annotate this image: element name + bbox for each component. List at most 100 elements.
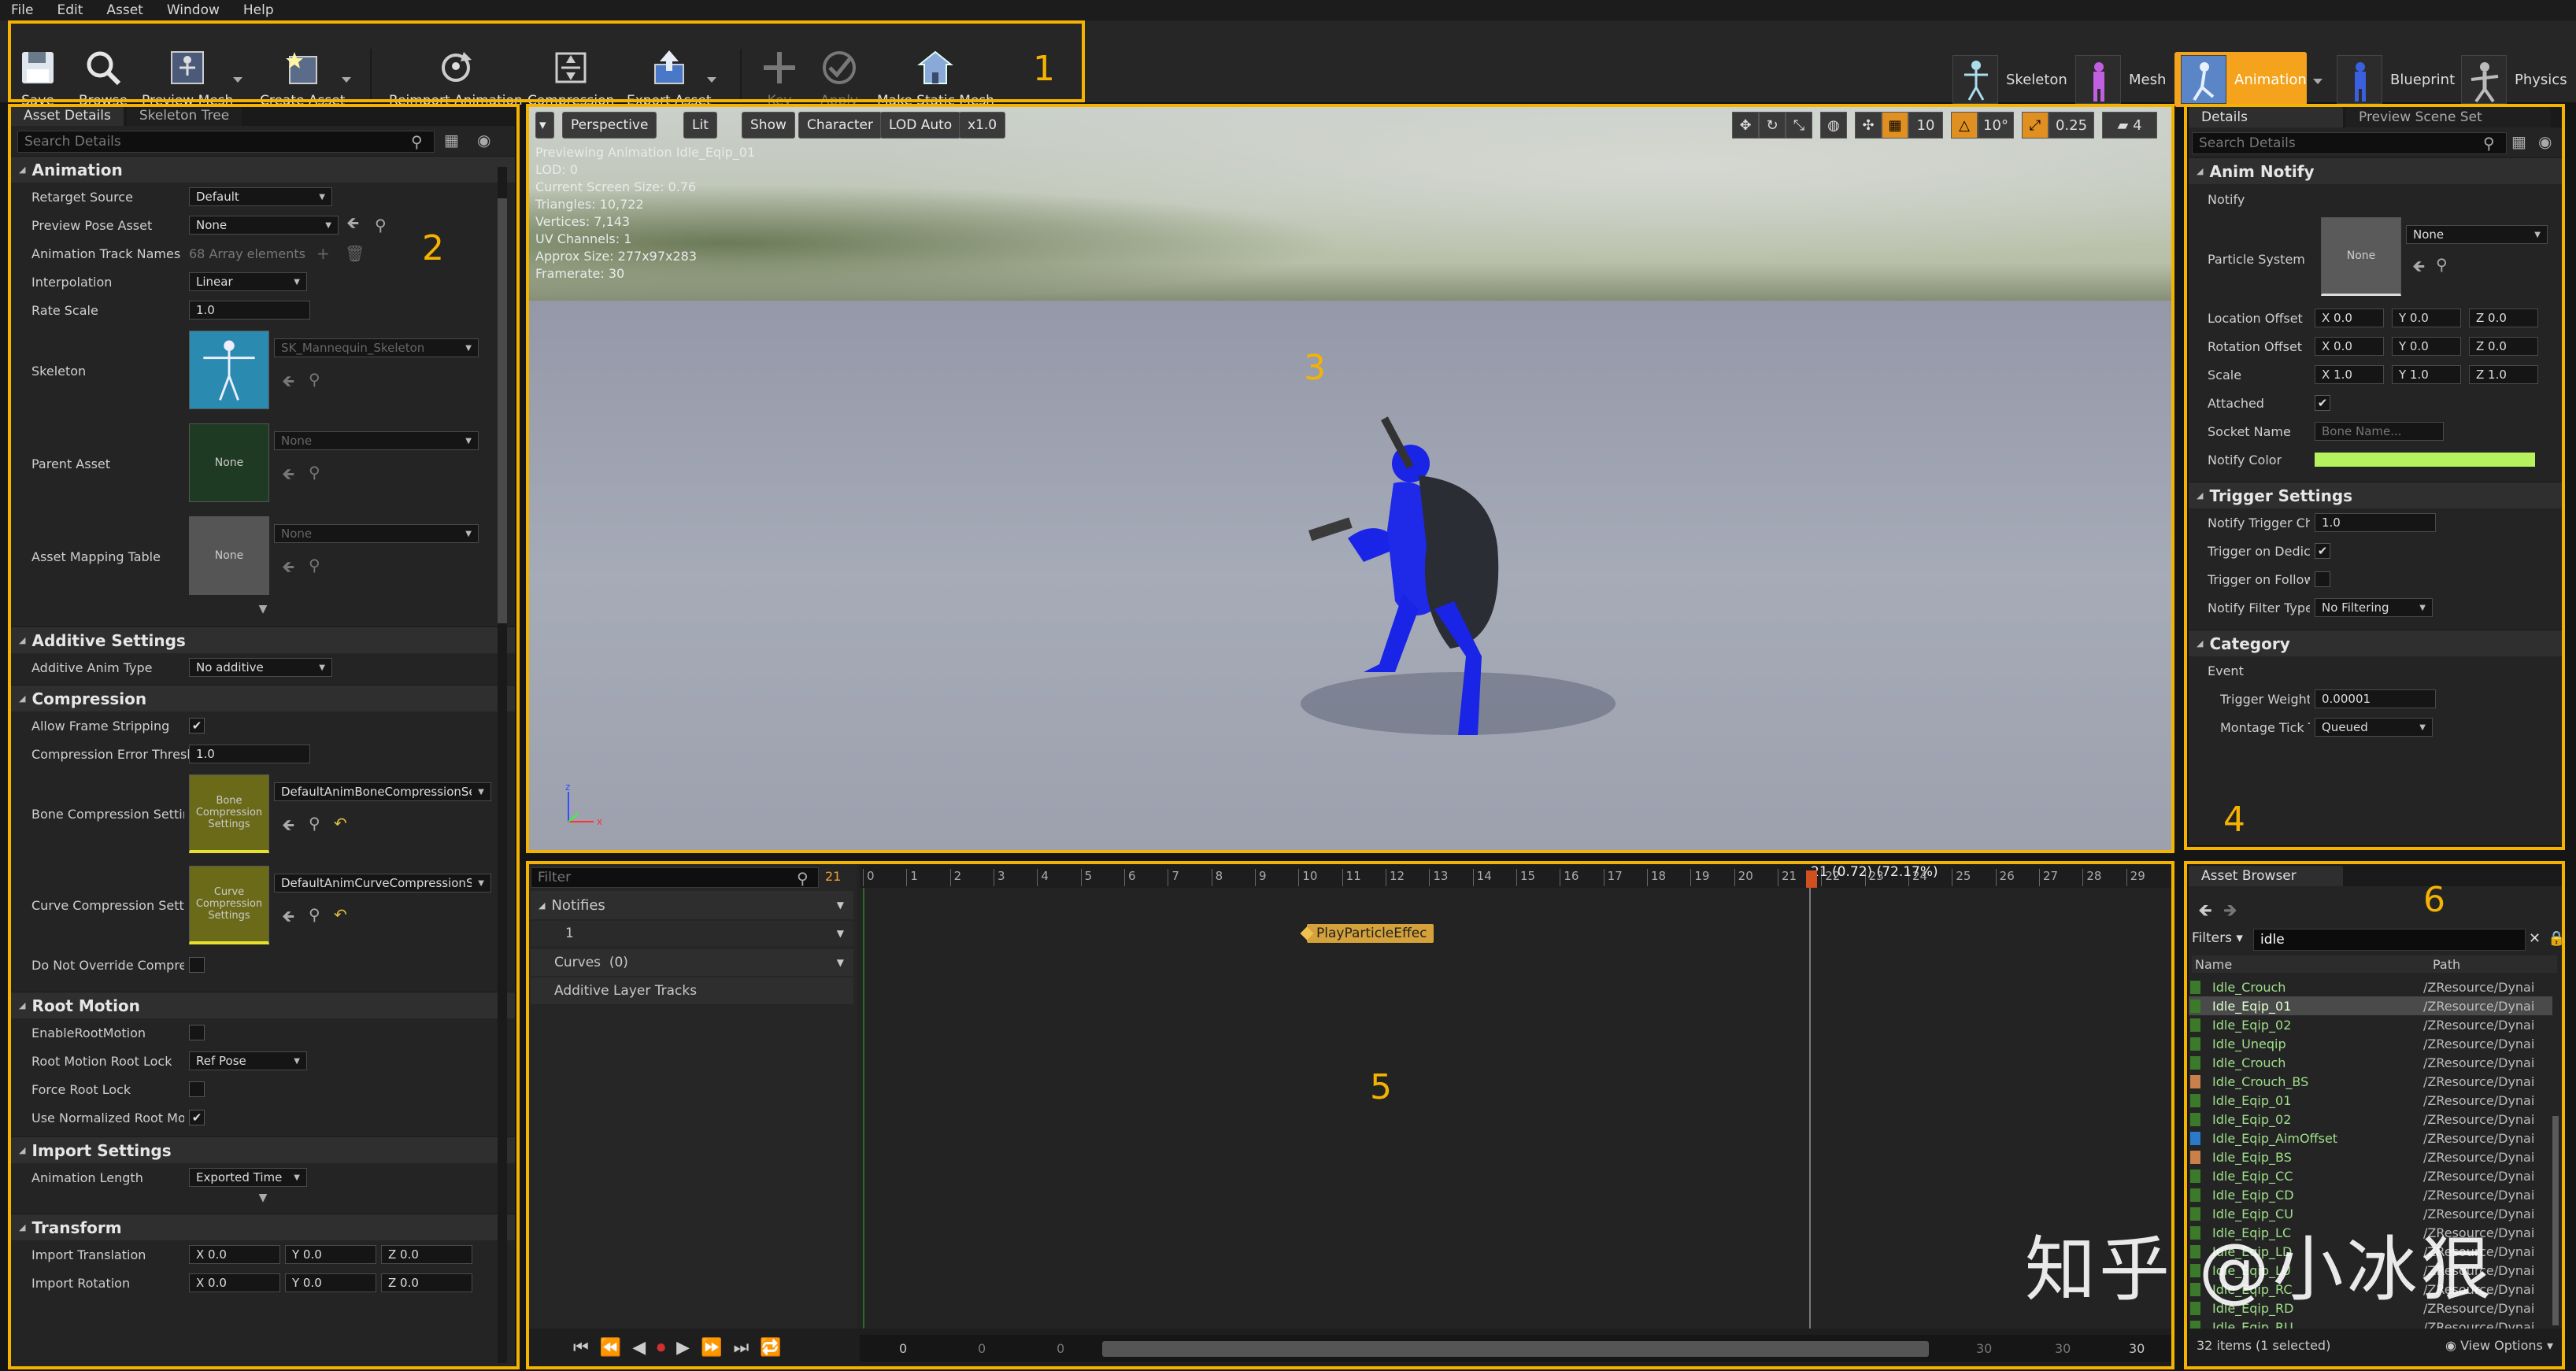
skeleton-thumbnail[interactable]: [189, 331, 269, 409]
bone-compression-combo[interactable]: DefaultAnimBoneCompressionSe: [274, 782, 491, 801]
tab-asset-details[interactable]: Asset Details: [11, 105, 124, 126]
rotation-offset-z-input[interactable]: Z 0.0: [2469, 337, 2538, 356]
skip-to-end-icon[interactable]: ⏭: [733, 1338, 749, 1358]
clear-search-icon[interactable]: ✕: [2529, 930, 2541, 947]
parent-asset-combo[interactable]: None: [274, 431, 479, 450]
step-back-icon[interactable]: ⏪: [600, 1338, 621, 1358]
category-root-motion[interactable]: Root Motion: [11, 992, 515, 1018]
asset-list-item[interactable]: Idle_Eqip_BS/ZResource/Dynai: [2189, 1147, 2552, 1166]
translation-x-input[interactable]: X 0.0: [189, 1245, 280, 1264]
trigger-weight-input[interactable]: 0.00001: [2315, 689, 2436, 708]
translation-z-input[interactable]: Z 0.0: [381, 1245, 472, 1264]
browse-icon[interactable]: ⚲: [309, 370, 320, 389]
mapping-table-combo[interactable]: None: [274, 524, 479, 543]
make-static-mesh-button[interactable]: Make Static Mesh: [877, 49, 994, 109]
additive-type-combo[interactable]: No additive: [189, 658, 332, 677]
skeleton-combo[interactable]: SK_Mannequin_Skeleton: [274, 338, 479, 357]
asset-search-input[interactable]: idle: [2253, 929, 2526, 951]
asset-list-item[interactable]: Idle_Eqip_CD/ZResource/Dynai: [2189, 1185, 2552, 1204]
grid-view-icon[interactable]: ▦: [444, 131, 459, 150]
mapping-table-thumbnail[interactable]: None: [189, 516, 269, 595]
use-selected-arrow-icon[interactable]: 🡸: [282, 905, 294, 932]
animation-mode-dropdown-icon[interactable]: [2313, 79, 2322, 84]
play-icon[interactable]: ▶: [676, 1338, 690, 1358]
curve-compression-combo[interactable]: DefaultAnimCurveCompressionSe: [274, 874, 491, 892]
use-selected-arrow-icon[interactable]: 🡸: [346, 212, 359, 238]
play-reverse-icon[interactable]: ◀: [632, 1338, 646, 1358]
browse-icon[interactable]: ⚲: [309, 463, 320, 482]
rotation-z-input[interactable]: Z 0.0: [381, 1273, 472, 1292]
montage-tick-combo[interactable]: Queued: [2315, 718, 2433, 737]
browse-button[interactable]: Browse: [79, 49, 128, 109]
export-asset-button[interactable]: Export Asset: [627, 49, 712, 109]
loop-icon[interactable]: 🔁: [760, 1338, 781, 1358]
allow-frame-stripping-checkbox[interactable]: ✔: [189, 718, 205, 734]
use-selected-arrow-icon[interactable]: 🡸: [282, 370, 294, 397]
left-search-input[interactable]: Search Details: [17, 131, 435, 153]
use-selected-arrow-icon[interactable]: 🡸: [282, 463, 294, 490]
animation-length-combo[interactable]: Exported Time: [189, 1168, 307, 1187]
perspective-button[interactable]: Perspective: [562, 112, 657, 139]
rotate-icon[interactable]: ↻: [1759, 112, 1786, 139]
eye-icon[interactable]: ◉: [477, 131, 490, 150]
normalized-root-checkbox[interactable]: ✔: [189, 1110, 205, 1125]
parent-asset-thumbnail[interactable]: None: [189, 423, 269, 502]
tab-asset-browser[interactable]: Asset Browser: [2189, 866, 2343, 886]
notify-color-swatch[interactable]: [2315, 453, 2535, 467]
category-transform[interactable]: Transform: [11, 1214, 515, 1240]
scale-snap-icon[interactable]: ⤢: [2022, 112, 2049, 139]
notify-event-marker[interactable]: PlayParticleEffec: [1300, 924, 1434, 943]
scale-icon[interactable]: ⤡: [1786, 112, 1812, 139]
use-selected-arrow-icon[interactable]: 🡸: [282, 814, 294, 841]
expand-advanced-chevron-icon[interactable]: ▼: [11, 1192, 515, 1209]
browse-icon[interactable]: ⚲: [309, 905, 320, 924]
force-root-lock-checkbox[interactable]: [189, 1081, 205, 1097]
tab-details[interactable]: Details: [2189, 107, 2343, 127]
mode-mesh-button[interactable]: Mesh: [2069, 52, 2172, 107]
compression-error-input[interactable]: 1.0: [189, 745, 310, 763]
asset-list-item[interactable]: Idle_Uneqip/ZResource/Dynai: [2189, 1034, 2552, 1053]
menu-file[interactable]: File: [11, 2, 33, 18]
mode-animation-button[interactable]: Animation: [2174, 52, 2307, 107]
playhead-handle[interactable]: [1806, 870, 1817, 888]
particle-system-thumbnail[interactable]: None: [2321, 217, 2401, 296]
attached-checkbox[interactable]: ✔: [2315, 395, 2330, 411]
enable-root-motion-checkbox[interactable]: [189, 1025, 205, 1040]
lod-button[interactable]: LOD Auto: [880, 112, 961, 139]
search-icon[interactable]: ⚲: [797, 869, 809, 888]
skip-to-start-icon[interactable]: ⏮: [573, 1338, 589, 1358]
create-asset-button[interactable]: Create Asset: [260, 49, 345, 109]
col-name[interactable]: Name: [2195, 957, 2232, 972]
translate-icon[interactable]: ✥: [1732, 112, 1759, 139]
scale-snap-value[interactable]: 0.25: [2049, 112, 2094, 139]
asset-scrollbar[interactable]: [2552, 1116, 2559, 1325]
use-selected-arrow-icon[interactable]: 🡸: [282, 556, 294, 582]
category-additive[interactable]: Additive Settings: [11, 626, 515, 653]
character-button[interactable]: Character: [798, 112, 882, 139]
asset-list-item[interactable]: Idle_Eqip_01/ZResource/Dynai: [2189, 1091, 2552, 1110]
eye-icon[interactable]: ◉: [2538, 132, 2552, 151]
category-anim-notify[interactable]: Anim Notify: [2189, 157, 2562, 184]
interpolation-combo[interactable]: Linear: [189, 272, 307, 291]
filter-type-combo[interactable]: No Filtering: [2315, 598, 2433, 617]
surface-snap-icon[interactable]: ✣: [1855, 112, 1882, 139]
particle-system-combo[interactable]: None: [2406, 225, 2548, 244]
asset-list-item[interactable]: Idle_Eqip_01/ZResource/Dynai: [2189, 996, 2552, 1015]
preview-mesh-button[interactable]: Preview Mesh: [142, 49, 233, 109]
record-icon[interactable]: ⏺: [657, 1338, 665, 1358]
show-button[interactable]: Show: [742, 112, 795, 139]
angle-snap-value[interactable]: 10°: [1978, 112, 2014, 139]
asset-list-item[interactable]: Idle_Crouch/ZResource/Dynai: [2189, 1053, 2552, 1072]
notify-track-row[interactable]: 1 ▼: [531, 921, 853, 946]
browse-icon[interactable]: ⚲: [309, 556, 320, 575]
preview-mesh-dropdown-icon[interactable]: [233, 77, 242, 83]
timeline-filter-input[interactable]: Filter: [531, 867, 819, 888]
trash-icon[interactable]: 🗑: [345, 244, 365, 263]
asset-list-item[interactable]: Idle_Crouch/ZResource/Dynai: [2189, 977, 2552, 996]
viewport-options-icon[interactable]: ▾: [535, 112, 554, 139]
add-element-icon[interactable]: +: [316, 244, 330, 263]
grid-snap-icon[interactable]: ▦: [1882, 112, 1908, 139]
asset-list-item[interactable]: Idle_Eqip_AimOffset/ZResource/Dynai: [2189, 1129, 2552, 1147]
create-asset-dropdown-icon[interactable]: [342, 77, 351, 83]
export-asset-dropdown-icon[interactable]: [707, 77, 716, 83]
